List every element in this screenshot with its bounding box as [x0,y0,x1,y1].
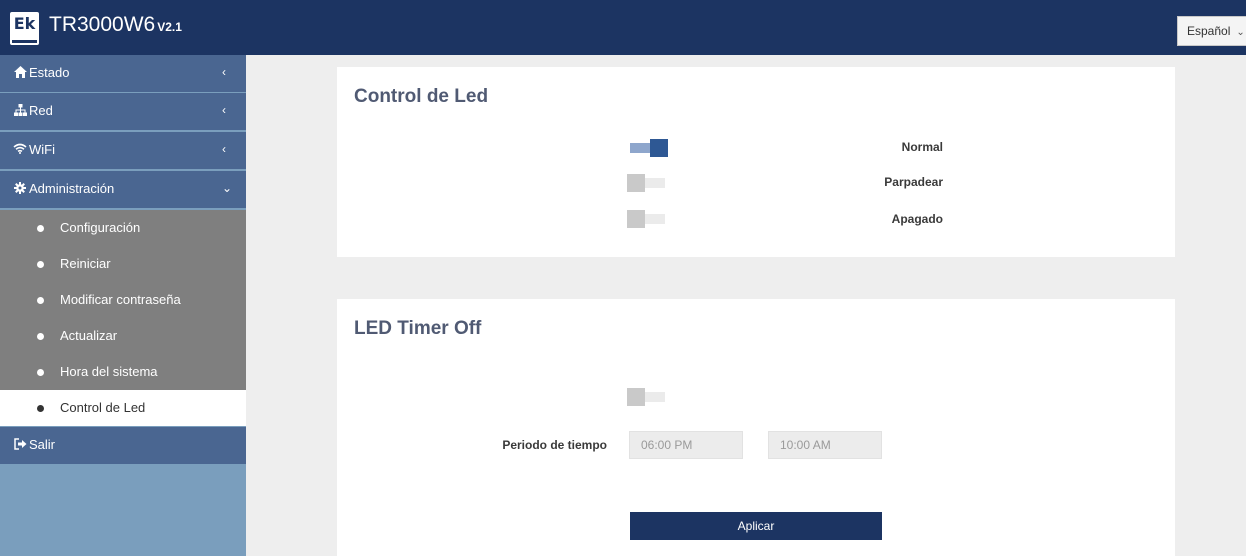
home-icon [13,66,27,80]
toggle-knob [650,139,668,157]
sidebar-subitem-label: Configuración [60,220,141,235]
sidebar-item-estado[interactable]: Estado ‹ [0,55,246,92]
sidebar-subitem-hora-del-sistema[interactable]: Hora del sistema [0,354,246,390]
chevron-left-icon: ‹ [222,65,226,79]
chevron-down-icon: ⌄ [1236,27,1245,38]
sitemap-icon [13,104,27,118]
period-label: Periodo de tiempo [502,438,607,452]
sidebar-item-administracion[interactable]: Administración ⌄ [0,171,246,208]
brand-logo: Ek [10,12,39,45]
led-control-panel: Control de Led Normal Parpadear Apagado [337,67,1175,257]
sidebar-item-wifi[interactable]: WiFi ‹ [0,132,246,169]
app-title: TR3000W6 V2.1 [49,13,182,39]
sidebar-subitem-label: Control de Led [60,400,146,415]
bullet-icon [37,261,44,268]
sidebar-subitem-configuracion[interactable]: Configuración [0,210,246,246]
bullet-icon [37,405,44,412]
gear-icon [13,182,27,196]
chevron-left-icon: ‹ [222,103,226,117]
sidebar-subitem-reiniciar[interactable]: Reiniciar [0,246,246,282]
panel-title: Control de Led [354,86,489,107]
bullet-icon [37,225,44,232]
apply-button[interactable]: Aplicar [630,512,882,540]
toggle-parpadear[interactable] [627,174,665,192]
sidebar-item-salir[interactable]: Salir [0,427,246,464]
toggle-knob [627,174,645,192]
sidebar-subitem-label: Actualizar [60,328,118,343]
sidebar: Estado ‹ Red ‹ WiFi ‹ Administración ⌄ C… [0,55,246,556]
sidebar-item-label: Estado [29,65,70,80]
sidebar-item-label: Administración [29,181,115,196]
sidebar-item-red[interactable]: Red ‹ [0,93,246,130]
logo-underline [12,40,37,43]
bullet-icon [37,297,44,304]
sidebar-subitem-actualizar[interactable]: Actualizar [0,318,246,354]
sidebar-subitem-label: Reiniciar [60,256,111,271]
wifi-icon [13,143,27,157]
start-time-input[interactable]: 06:00 PM [629,431,743,459]
sign-out-icon [13,438,27,452]
sidebar-subitem-modificar-contrasena[interactable]: Modificar contraseña [0,282,246,318]
panel-title: LED Timer Off [354,318,482,339]
toggle-knob [627,388,645,406]
sidebar-item-label: Red [29,103,53,118]
sidebar-subitem-label: Modificar contraseña [60,292,181,307]
toggle-normal[interactable] [630,139,668,157]
device-name: TR3000W6 [49,13,156,36]
top-bar: Ek TR3000W6 V2.1 Español ⌄ [0,0,1246,55]
sidebar-item-label: Salir [29,437,56,452]
timer-enable-toggle[interactable] [627,388,665,406]
bullet-icon [37,369,44,376]
chevron-down-icon: ⌄ [222,181,233,195]
chevron-left-icon: ‹ [222,142,226,156]
sidebar-subitem-label: Hora del sistema [60,364,158,379]
language-value: Español [1187,24,1231,38]
end-time-input[interactable]: 10:00 AM [768,431,882,459]
toggle-knob [627,210,645,228]
sidebar-item-label: WiFi [29,142,55,157]
logo-text: Ek [13,14,36,33]
option-label-normal: Normal [901,140,943,154]
option-label-apagado: Apagado [891,212,943,226]
toggle-apagado[interactable] [627,210,665,228]
option-label-parpadear: Parpadear [884,175,943,189]
bullet-icon [37,333,44,340]
firmware-version: V2.1 [157,20,182,34]
sidebar-subitem-control-de-led[interactable]: Control de Led [0,390,246,426]
language-select[interactable]: Español ⌄ [1177,16,1246,46]
